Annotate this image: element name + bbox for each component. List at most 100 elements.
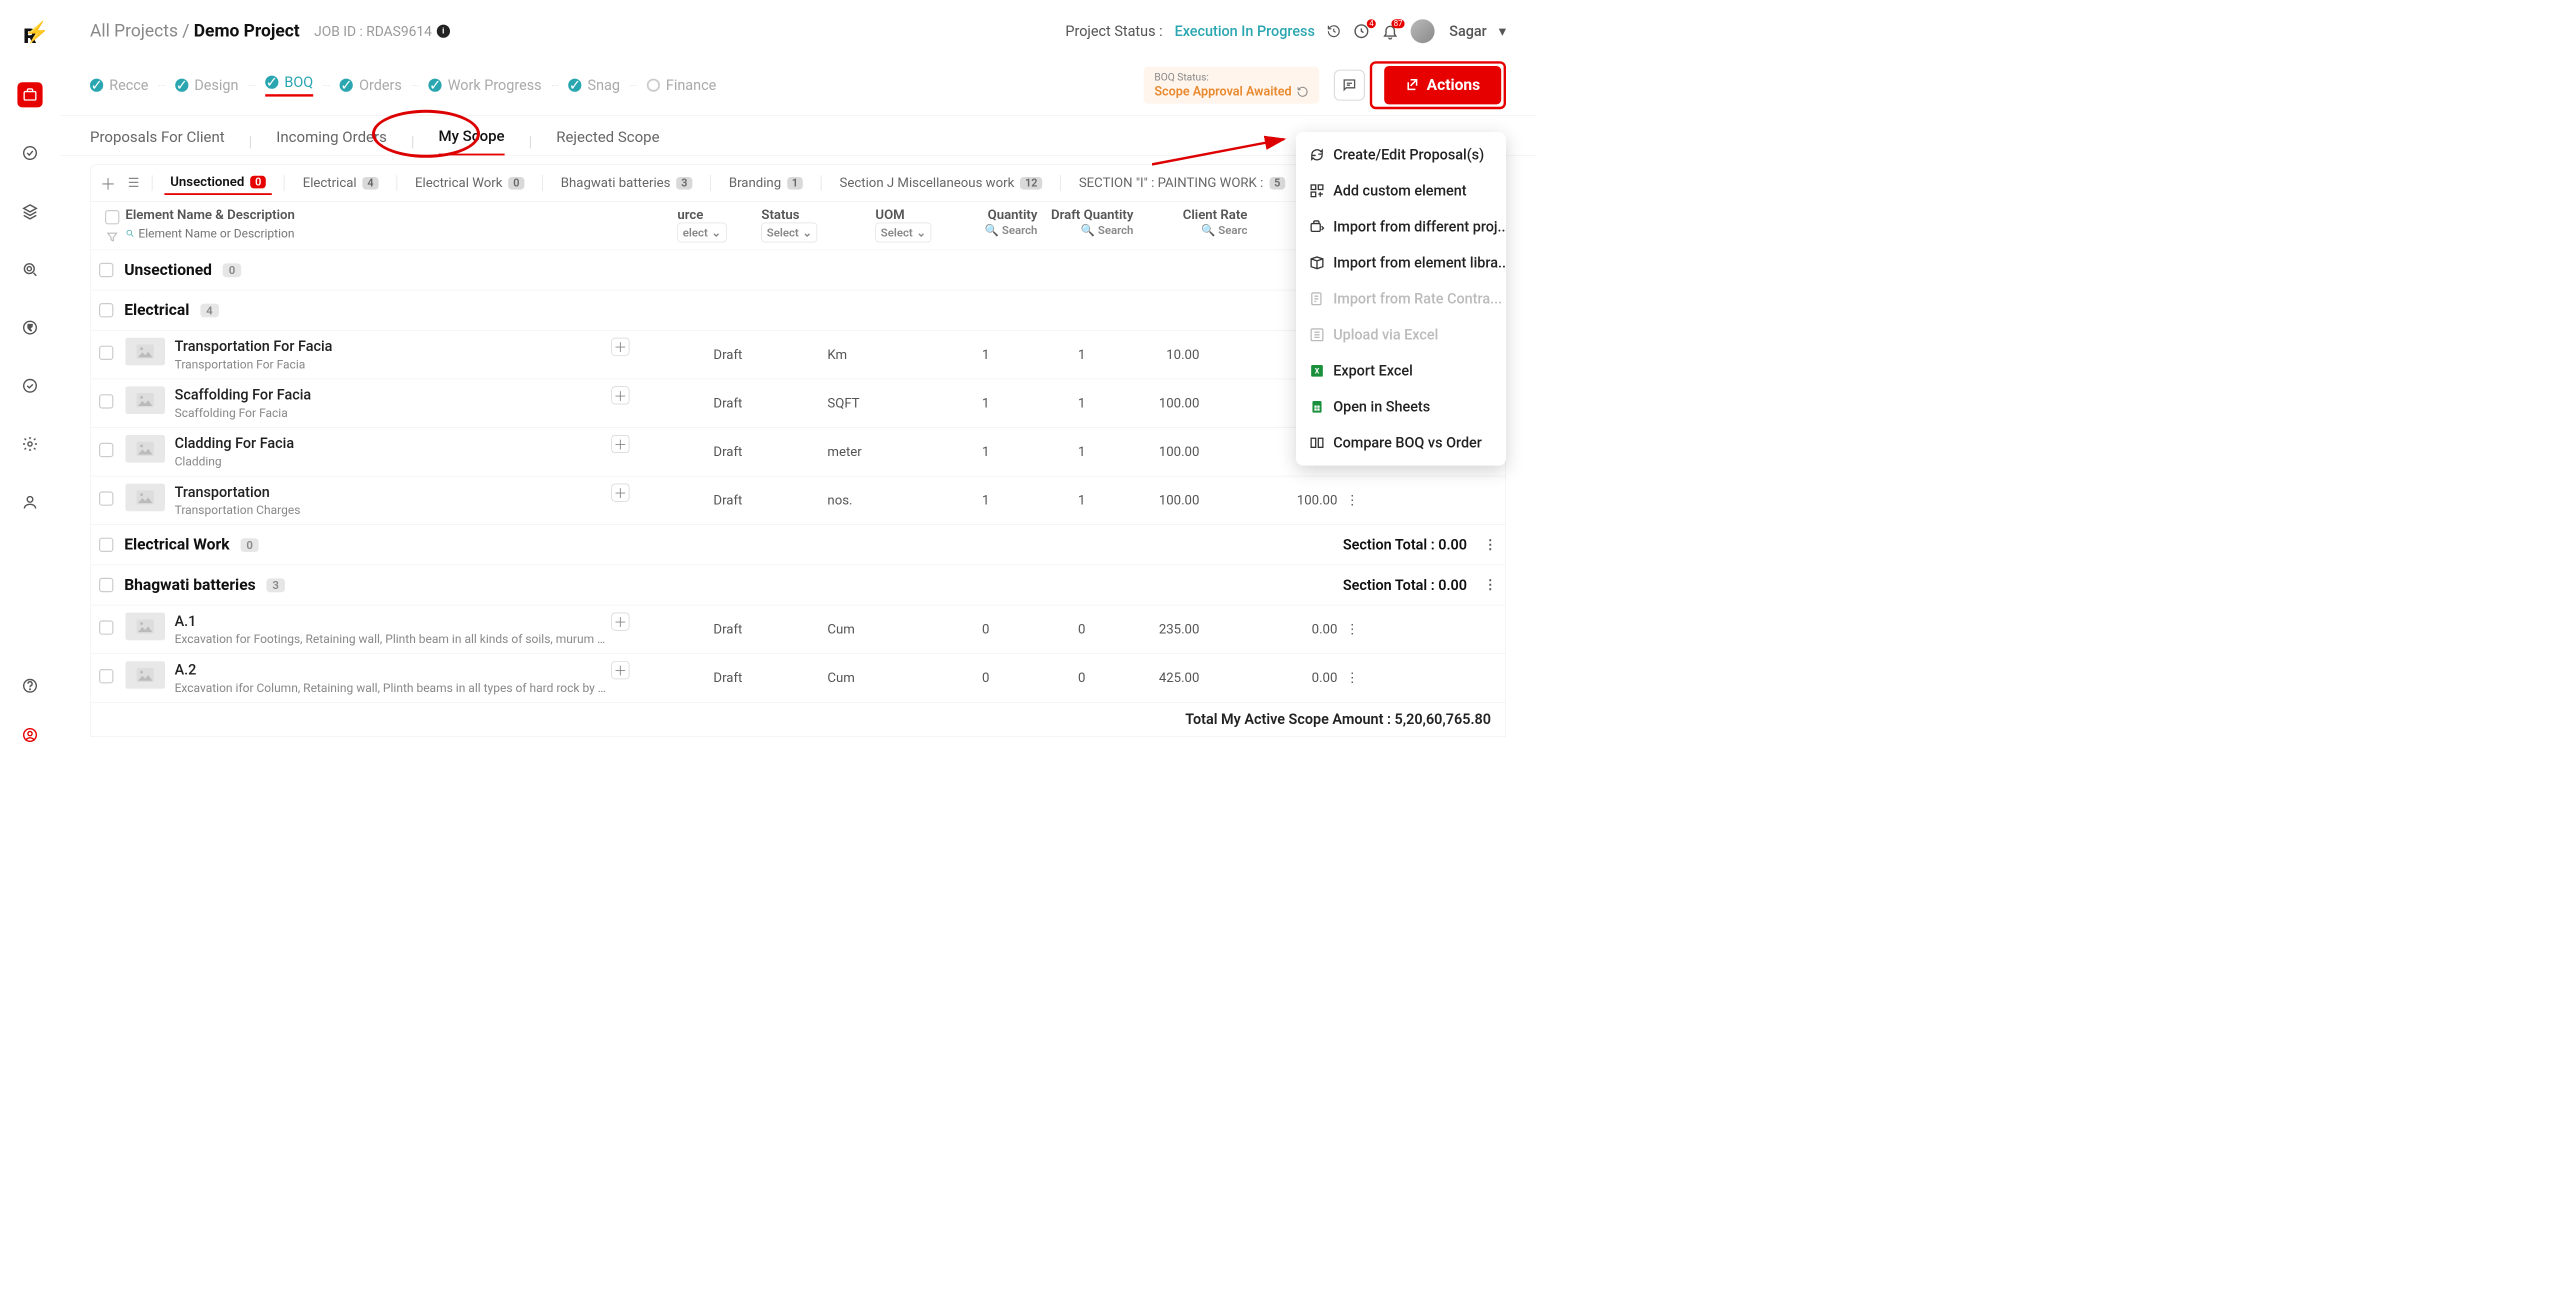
pill-bhagwati[interactable]: Bhagwati batteries3 [555, 172, 698, 194]
help-icon[interactable] [17, 673, 42, 698]
tab-incoming[interactable]: Incoming Orders [276, 129, 387, 155]
col-uom: UOM [875, 208, 959, 223]
stage-orders[interactable]: Orders [359, 77, 402, 94]
add-section-icon[interactable]: ＋ [100, 172, 116, 194]
pill-count: 12 [1020, 177, 1042, 190]
add-note-icon[interactable]: ＋ [611, 338, 629, 356]
breadcrumb-current[interactable]: Demo Project [194, 21, 300, 41]
section-header[interactable]: Unsectioned0 [91, 250, 1506, 290]
menu-import-library[interactable]: Import from element libra... [1296, 245, 1506, 281]
clock-badge-icon[interactable]: 4 [1353, 23, 1370, 40]
more-icon[interactable]: ⋮ [1484, 578, 1497, 593]
menu-export-excel[interactable]: XExport Excel [1296, 353, 1506, 389]
more-icon[interactable]: ⋮ [1484, 537, 1497, 552]
menu-open-sheets[interactable]: Open in Sheets [1296, 389, 1506, 425]
tab-proposals[interactable]: Proposals For Client [90, 129, 225, 155]
briefcase-icon[interactable] [17, 82, 42, 107]
section-checkbox[interactable] [99, 538, 113, 552]
name-search-input[interactable] [138, 226, 677, 240]
list-icon[interactable]: ☰ [128, 176, 140, 191]
section-checkbox[interactable] [99, 578, 113, 592]
stage-workprogress[interactable]: Work Progress [448, 77, 542, 94]
user-name[interactable]: Sagar [1449, 23, 1487, 40]
tab-rejected[interactable]: Rejected Scope [556, 129, 659, 155]
row-title[interactable]: Transportation [175, 484, 301, 501]
crate-search[interactable]: Searc [1218, 223, 1247, 237]
gear-icon[interactable] [17, 431, 42, 456]
stage-recce[interactable]: Recce [109, 77, 148, 94]
menu-import-project[interactable]: Import from different proj... [1296, 209, 1506, 245]
breadcrumb[interactable]: All Projects / Demo Project [90, 21, 300, 41]
breadcrumb-root[interactable]: All Projects [90, 21, 178, 41]
info-icon[interactable]: i [437, 25, 450, 38]
dqty-search[interactable]: Search [1098, 223, 1134, 237]
history-icon[interactable] [1327, 24, 1341, 38]
row-checkbox[interactable] [99, 394, 113, 408]
pill-sectionj[interactable]: Section J Miscellaneous work 12 [834, 172, 1049, 194]
section-header[interactable]: Electrical Work0Section Total : 0.00⋮ [91, 525, 1506, 565]
pill-branding[interactable]: Branding1 [723, 172, 809, 194]
pill-electricalwork[interactable]: Electrical Work0 [409, 172, 530, 194]
row-checkbox[interactable] [99, 620, 113, 634]
boq-status-value: Scope Approval Awaited [1154, 85, 1291, 99]
actions-button[interactable]: Actions [1384, 66, 1501, 104]
avatar[interactable] [1411, 19, 1435, 43]
select-all-checkbox[interactable] [105, 210, 119, 224]
add-note-icon[interactable]: ＋ [611, 661, 629, 679]
user-caret-icon[interactable]: ▾ [1499, 23, 1506, 40]
row-title[interactable]: A.1 [175, 613, 607, 630]
section-checkbox[interactable] [99, 263, 113, 277]
rupee-icon[interactable]: ₹ [17, 315, 42, 340]
comment-button[interactable] [1334, 70, 1365, 101]
search-plus-icon[interactable] [17, 257, 42, 282]
stage-design[interactable]: Design [194, 77, 238, 94]
row-more-icon[interactable]: ⋮ [1346, 622, 1359, 637]
uom-select[interactable]: Select ⌄ [875, 223, 931, 243]
section-checkbox[interactable] [99, 303, 113, 317]
stage-snag[interactable]: Snag [588, 77, 620, 94]
history-icon[interactable] [1296, 86, 1308, 98]
row-checkbox[interactable] [99, 443, 113, 457]
tab-myscope[interactable]: My Scope [438, 128, 504, 156]
menu-compare[interactable]: Compare BOQ vs Order [1296, 425, 1506, 461]
qty-search[interactable]: Search [1002, 223, 1038, 237]
status-select[interactable]: Select ⌄ [761, 223, 817, 243]
stage-boq[interactable]: BOQ [284, 74, 313, 91]
pill-electrical[interactable]: Electrical4 [297, 172, 385, 194]
section-header[interactable]: Bhagwati batteries3Section Total : 0.00⋮ [91, 565, 1506, 605]
row-camt: 100.00 [1199, 493, 1337, 508]
add-note-icon[interactable]: ＋ [611, 484, 629, 502]
row-checkbox[interactable] [99, 669, 113, 683]
check-circle-icon[interactable] [17, 140, 42, 165]
pill-unsectioned[interactable]: Unsectioned0 [164, 171, 272, 195]
row-more-icon[interactable]: ⋮ [1346, 671, 1359, 686]
row-title[interactable]: Cladding For Facia [175, 435, 295, 452]
row-qty: 1 [911, 444, 989, 459]
filter-icon[interactable] [106, 230, 119, 243]
layers-icon[interactable] [17, 199, 42, 224]
table-row: A.2Excavation ifor Column, Retaining wal… [91, 654, 1506, 703]
pill-sectioni[interactable]: SECTION "I" : PAINTING WORK :5 [1073, 172, 1291, 194]
row-uom: nos. [827, 493, 911, 508]
add-note-icon[interactable]: ＋ [611, 386, 629, 404]
approve-icon[interactable] [17, 373, 42, 398]
menu-create-proposal[interactable]: Create/Edit Proposal(s) [1296, 137, 1506, 173]
row-title[interactable]: Transportation For Facia [175, 338, 333, 355]
stage-finance[interactable]: Finance [666, 77, 716, 94]
add-note-icon[interactable]: ＋ [611, 613, 629, 631]
row-more-icon[interactable]: ⋮ [1346, 493, 1359, 508]
menu-add-custom[interactable]: Add custom element [1296, 173, 1506, 209]
user-icon[interactable] [17, 490, 42, 515]
add-note-icon[interactable]: ＋ [611, 435, 629, 453]
row-title[interactable]: A.2 [175, 661, 607, 678]
row-dqty: 1 [989, 396, 1085, 411]
pill-label: Section J Miscellaneous work [840, 176, 1015, 191]
support-icon[interactable] [17, 722, 42, 747]
search-icon [125, 229, 134, 239]
row-checkbox[interactable] [99, 346, 113, 360]
section-header[interactable]: Electrical4 [91, 290, 1506, 330]
bell-icon[interactable]: 87 [1382, 23, 1399, 40]
row-title[interactable]: Scaffolding For Facia [175, 386, 312, 403]
row-checkbox[interactable] [99, 491, 113, 505]
urce-select[interactable]: elect ⌄ [677, 223, 726, 243]
